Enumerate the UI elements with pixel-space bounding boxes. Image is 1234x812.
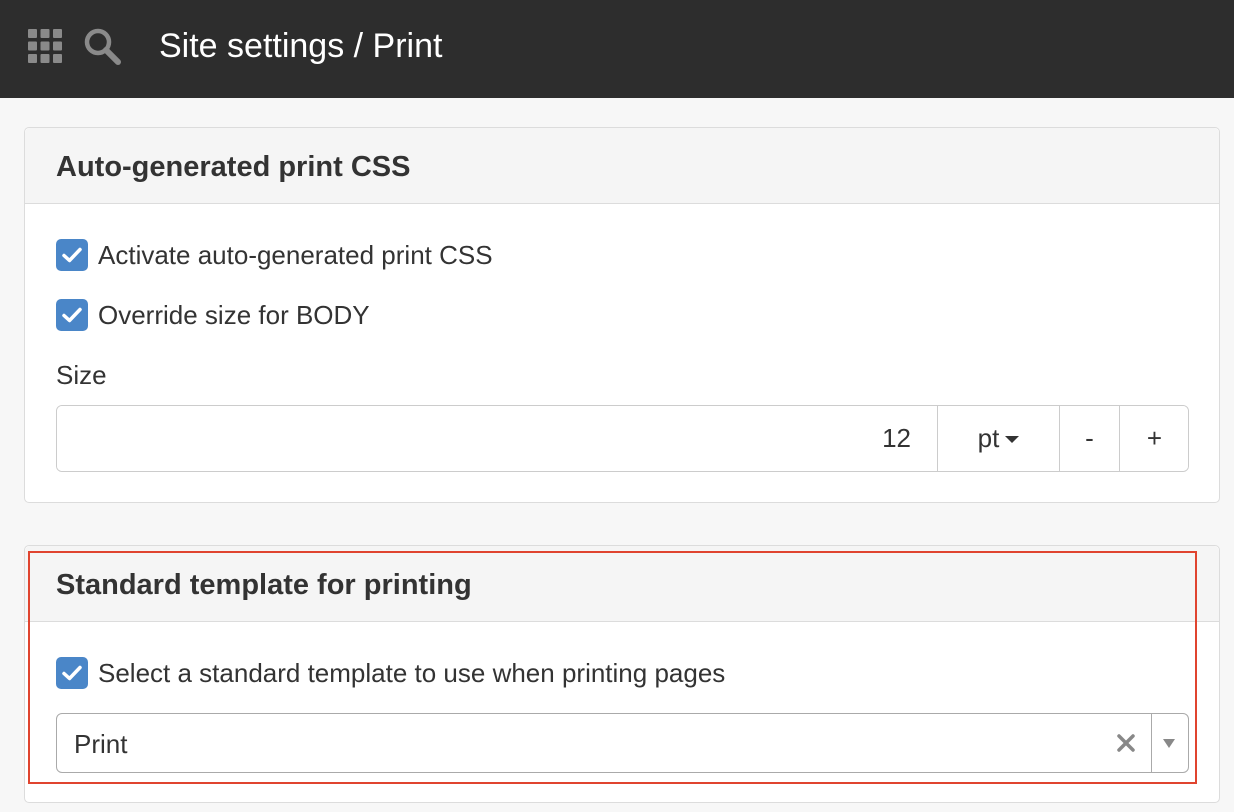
template-selected-value: Print	[74, 729, 128, 759]
activate-print-css-checkbox-row[interactable]: Activate auto-generated print CSS	[56, 238, 493, 272]
standard-template-checkbox-row[interactable]: Select a standard template to use when p…	[56, 656, 725, 690]
checkmark-icon	[62, 247, 82, 263]
override-body-size-checkbox[interactable]	[56, 299, 88, 331]
size-input-group: pt - +	[56, 405, 1189, 472]
page-title: Site settings / Print	[159, 27, 443, 65]
caret-down-icon	[1005, 436, 1020, 443]
print-css-panel-header: Auto-generated print CSS	[25, 128, 1219, 204]
standard-template-checkbox[interactable]	[56, 657, 88, 689]
override-body-size-label: Override size for BODY	[98, 300, 370, 330]
print-template-panel-title: Standard template for printing	[56, 569, 472, 601]
activate-print-css-checkbox[interactable]	[56, 239, 88, 271]
dropdown-arrow-icon[interactable]	[1163, 739, 1175, 748]
top-bar: Site settings / Print	[0, 0, 1234, 98]
clear-selection-icon[interactable]	[1115, 732, 1137, 754]
print-template-panel-header: Standard template for printing	[25, 546, 1219, 622]
print-css-panel-title: Auto-generated print CSS	[56, 151, 411, 183]
size-label: Size	[56, 360, 107, 390]
select-divider	[1151, 714, 1152, 772]
activate-print-css-label: Activate auto-generated print CSS	[98, 240, 493, 270]
print-css-panel: Auto-generated print CSS Activate auto-g…	[24, 127, 1220, 503]
size-input[interactable]	[57, 406, 937, 471]
checkmark-icon	[62, 665, 82, 681]
decrement-button[interactable]: -	[1059, 406, 1119, 471]
unit-label: pt	[977, 423, 1000, 453]
search-icon[interactable]	[82, 26, 122, 66]
unit-dropdown-button[interactable]: pt	[937, 406, 1059, 471]
override-body-size-checkbox-row[interactable]: Override size for BODY	[56, 298, 370, 332]
template-select[interactable]: Print	[56, 713, 1189, 773]
increment-button[interactable]: +	[1119, 406, 1188, 471]
checkmark-icon	[62, 307, 82, 323]
apps-grid-icon[interactable]	[28, 29, 62, 63]
print-template-panel: Standard template for printing Select a …	[24, 545, 1220, 803]
standard-template-label: Select a standard template to use when p…	[98, 658, 726, 688]
